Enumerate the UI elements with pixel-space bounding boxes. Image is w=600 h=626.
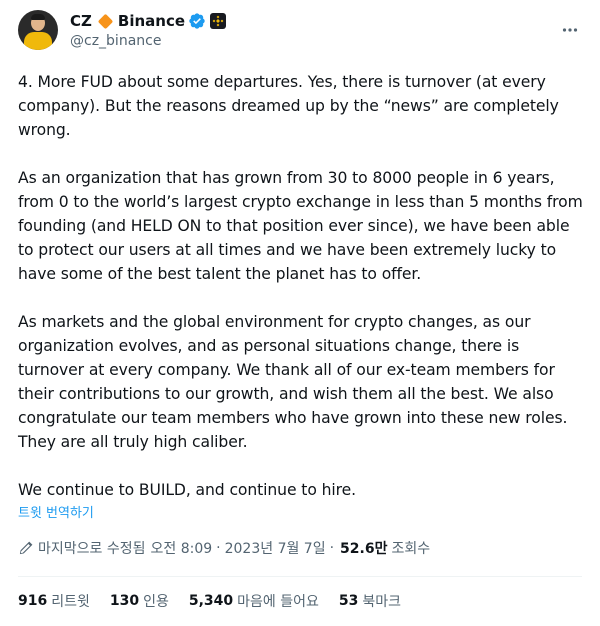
views-count: 52.6만 bbox=[340, 541, 388, 557]
stat-count: 916 bbox=[18, 593, 48, 609]
meta-separator: · bbox=[216, 540, 221, 556]
quotes-stat[interactable]: 130 인용 bbox=[110, 591, 169, 611]
display-name-suffix[interactable]: Binance bbox=[118, 12, 185, 30]
stat-label: 마음에 들어요 bbox=[237, 594, 319, 610]
verified-badge-icon bbox=[189, 13, 205, 29]
bookmarks-stat[interactable]: 53 북마크 bbox=[339, 591, 401, 611]
tweet-text: 4. More FUD about some departures. Yes, … bbox=[18, 73, 583, 499]
author-info: CZ Binance @cz_binance bbox=[70, 11, 227, 49]
retweets-stat[interactable]: 916 리트윗 bbox=[18, 591, 90, 611]
divider bbox=[18, 576, 582, 577]
likes-stat[interactable]: 5,340 마음에 들어요 bbox=[189, 591, 319, 611]
binance-logo-icon[interactable] bbox=[210, 13, 227, 29]
stat-count: 5,340 bbox=[188, 593, 234, 609]
stat-label: 리트윗 bbox=[51, 594, 90, 610]
meta-separator: · bbox=[329, 540, 335, 556]
translate-tweet-link[interactable]: 트윗 번역하기 bbox=[18, 502, 94, 521]
tweet-date[interactable]: 2023년 7월 7일 bbox=[225, 538, 326, 558]
display-name[interactable]: CZ bbox=[70, 12, 92, 30]
engagement-stats: 916 리트윗 130 인용 5,340 마음에 들어요 53 북마크 bbox=[18, 590, 421, 612]
stat-label: 인용 bbox=[143, 594, 169, 610]
tweet-time[interactable]: 오전 8:09 bbox=[151, 538, 213, 558]
stat-label: 북마크 bbox=[362, 594, 402, 610]
stat-count: 53 bbox=[338, 593, 359, 609]
more-options-icon[interactable] bbox=[556, 16, 584, 44]
edited-label[interactable]: 마지막으로 수정됨 bbox=[38, 538, 146, 558]
edited-pen-icon bbox=[19, 541, 33, 555]
tweet-header: CZ Binance @cz_binance bbox=[18, 8, 588, 52]
stat-count: 130 bbox=[109, 593, 140, 609]
diamond-icon bbox=[97, 13, 114, 29]
avatar[interactable] bbox=[18, 10, 58, 50]
handle[interactable]: @cz_binance bbox=[70, 33, 226, 49]
views-label: 조회수 bbox=[391, 541, 431, 557]
tweet-meta: 마지막으로 수정됨 오전 8:09 · 2023년 7월 7일 · 52.6만 … bbox=[18, 537, 430, 559]
name-row[interactable]: CZ Binance bbox=[70, 11, 227, 31]
